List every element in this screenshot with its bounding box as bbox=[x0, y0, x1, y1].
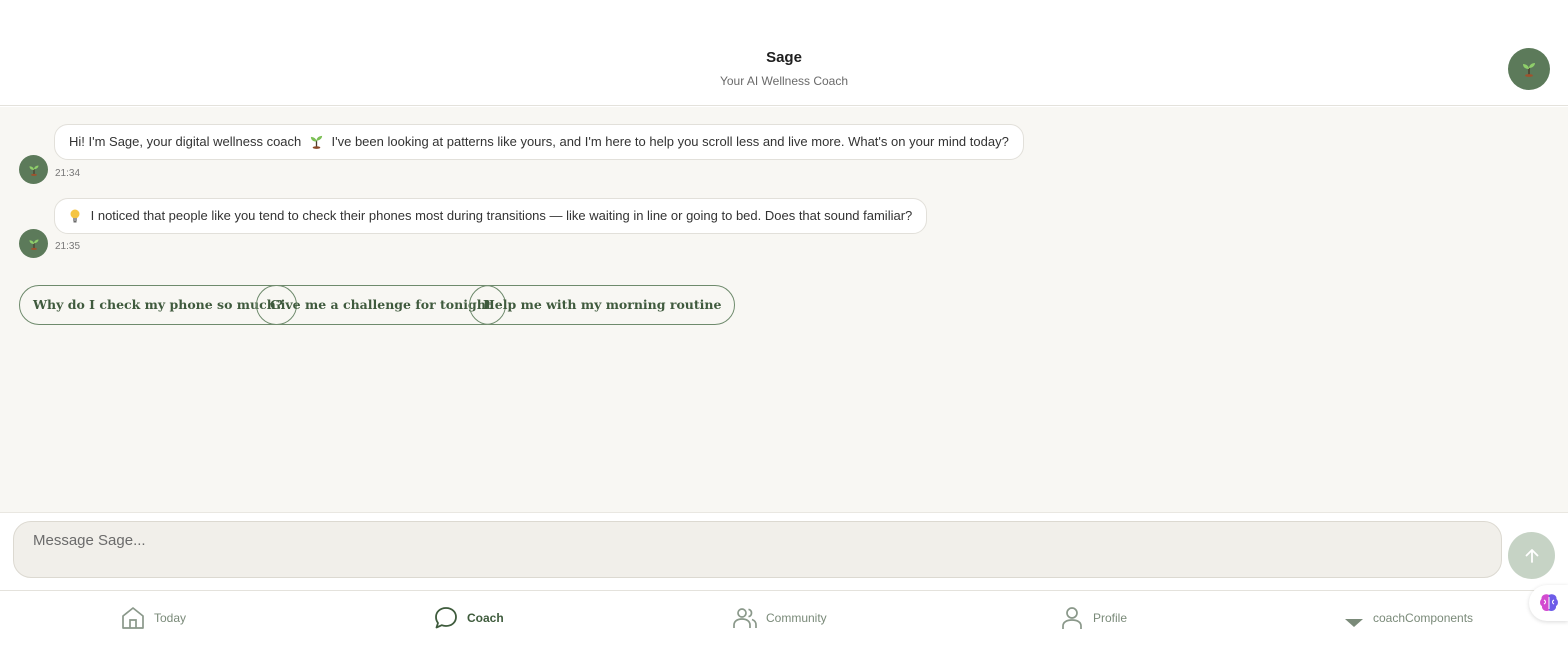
nav-item-coach-components[interactable]: coachComponents bbox=[1343, 602, 1473, 634]
assistant-launcher[interactable] bbox=[1529, 585, 1568, 621]
coach-message: I noticed that people like you tend to c… bbox=[54, 198, 928, 234]
suggestion-chip-morning-routine[interactable]: Help me with my morning routine bbox=[469, 285, 736, 325]
nav-item-community[interactable]: Community bbox=[732, 602, 827, 634]
nav-label: coachComponents bbox=[1373, 611, 1474, 625]
chat-bubble-icon bbox=[435, 607, 457, 629]
coach-avatar bbox=[19, 155, 48, 184]
user-icon bbox=[1062, 607, 1082, 629]
coach-avatar[interactable] bbox=[1508, 48, 1550, 90]
lightbulb-icon bbox=[69, 200, 87, 234]
seedling-icon bbox=[1523, 63, 1535, 77]
nav-label: Coach bbox=[467, 611, 504, 625]
bottom-nav: Today Coach Community Profile coachCompo… bbox=[0, 590, 1568, 651]
nav-item-today[interactable]: Today bbox=[120, 602, 186, 634]
message-text: I noticed that people like you tend to c… bbox=[90, 208, 913, 223]
chat-header: Sage Your AI Wellness Coach bbox=[0, 0, 1568, 106]
arrow-up-icon bbox=[1525, 548, 1538, 563]
message-timestamp: 21:35 bbox=[55, 241, 81, 252]
coach-avatar bbox=[19, 229, 48, 258]
send-button[interactable] bbox=[1508, 532, 1555, 579]
nav-label: Today bbox=[154, 611, 187, 625]
message-text: Hi! I'm Sage, your digital wellness coac… bbox=[69, 134, 302, 149]
triangle-down-icon bbox=[1345, 619, 1363, 627]
message-text: I've been looking at patterns like yours… bbox=[331, 134, 1009, 149]
nav-label: Community bbox=[766, 611, 827, 625]
home-icon bbox=[122, 607, 144, 629]
nav-label: Profile bbox=[1093, 611, 1128, 625]
users-icon bbox=[733, 608, 757, 628]
message-timestamp: 21:34 bbox=[55, 168, 81, 179]
nav-item-coach[interactable]: Coach bbox=[433, 602, 504, 634]
coach-name: Sage bbox=[766, 49, 802, 66]
seedling-icon bbox=[29, 239, 38, 250]
message-input[interactable] bbox=[13, 521, 1502, 578]
brain-icon bbox=[1539, 594, 1558, 611]
nav-item-profile[interactable]: Profile bbox=[1059, 602, 1127, 634]
coach-message: Hi! I'm Sage, your digital wellness coac… bbox=[54, 124, 1024, 160]
message-composer bbox=[0, 512, 1568, 590]
chat-area[interactable]: Hi! I'm Sage, your digital wellness coac… bbox=[0, 107, 1568, 512]
seedling-icon bbox=[305, 126, 328, 160]
coach-subtitle: Your AI Wellness Coach bbox=[719, 74, 849, 88]
seedling-icon bbox=[29, 165, 38, 176]
